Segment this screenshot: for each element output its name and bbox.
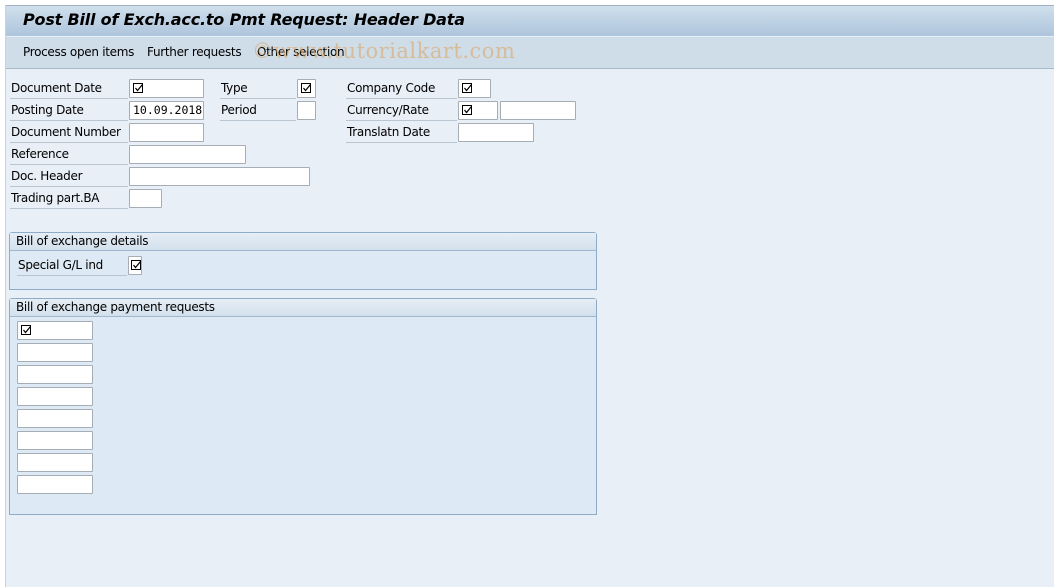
payment-request-field[interactable] xyxy=(17,321,93,340)
page-title: Post Bill of Exch.acc.to Pmt Request: He… xyxy=(23,10,465,29)
sap-window: Post Bill of Exch.acc.to Pmt Request: He… xyxy=(5,5,1054,587)
required-entry-icon xyxy=(462,105,472,115)
payment-request-field[interactable] xyxy=(17,365,93,384)
type-field[interactable] xyxy=(297,79,316,98)
required-entry-icon xyxy=(21,325,31,335)
group-title: Bill of exchange payment requests xyxy=(10,299,596,317)
payment-request-field[interactable] xyxy=(17,475,93,494)
payment-requests-group: Bill of exchange payment requests xyxy=(9,298,597,515)
posting-date-label: Posting Date xyxy=(10,100,128,121)
payment-request-field[interactable] xyxy=(17,387,93,406)
doc-header-label: Doc. Header xyxy=(10,166,128,187)
type-label: Type xyxy=(220,78,296,99)
posting-date-field[interactable]: 10.09.2018 xyxy=(129,101,204,120)
group-title: Bill of exchange details xyxy=(10,233,596,251)
special-gl-ind-label: Special G/L ind xyxy=(17,255,127,276)
payment-request-field[interactable] xyxy=(17,431,93,450)
payment-request-field[interactable] xyxy=(17,343,93,362)
document-number-field[interactable] xyxy=(129,123,204,142)
special-gl-ind-field[interactable] xyxy=(128,256,142,275)
exchange-rate-field[interactable] xyxy=(500,101,576,120)
translatn-date-label: Translatn Date xyxy=(346,122,457,143)
required-entry-icon xyxy=(131,260,141,270)
trading-part-ba-field[interactable] xyxy=(129,189,162,208)
other-selection-button[interactable]: Other selection xyxy=(257,45,345,59)
period-field[interactable] xyxy=(297,101,316,120)
further-requests-button[interactable]: Further requests xyxy=(147,45,242,59)
currency-field[interactable] xyxy=(458,101,498,120)
bill-of-exchange-details-group: Bill of exchange details Special G/L ind xyxy=(9,232,597,290)
document-date-label: Document Date xyxy=(10,78,128,99)
payment-request-field[interactable] xyxy=(17,409,93,428)
doc-header-field[interactable] xyxy=(129,167,310,186)
document-number-label: Document Number xyxy=(10,122,128,143)
reference-field[interactable] xyxy=(129,145,246,164)
document-date-field[interactable] xyxy=(129,79,204,98)
translatn-date-field[interactable] xyxy=(458,123,534,142)
payment-request-field[interactable] xyxy=(17,453,93,472)
required-entry-icon xyxy=(301,83,311,93)
required-entry-icon xyxy=(462,83,472,93)
required-entry-icon xyxy=(133,83,143,93)
trading-part-ba-label: Trading part.BA xyxy=(10,188,128,209)
application-toolbar: Process open items Further requests Othe… xyxy=(6,36,1054,69)
currency-rate-label: Currency/Rate xyxy=(346,100,457,121)
title-bar: Post Bill of Exch.acc.to Pmt Request: He… xyxy=(6,5,1054,36)
company-code-field[interactable] xyxy=(458,79,491,98)
period-label: Period xyxy=(220,100,296,121)
reference-label: Reference xyxy=(10,144,128,165)
company-code-label: Company Code xyxy=(346,78,457,99)
posting-date-value: 10.09.2018 xyxy=(133,103,203,117)
process-open-items-button[interactable]: Process open items xyxy=(23,45,134,59)
